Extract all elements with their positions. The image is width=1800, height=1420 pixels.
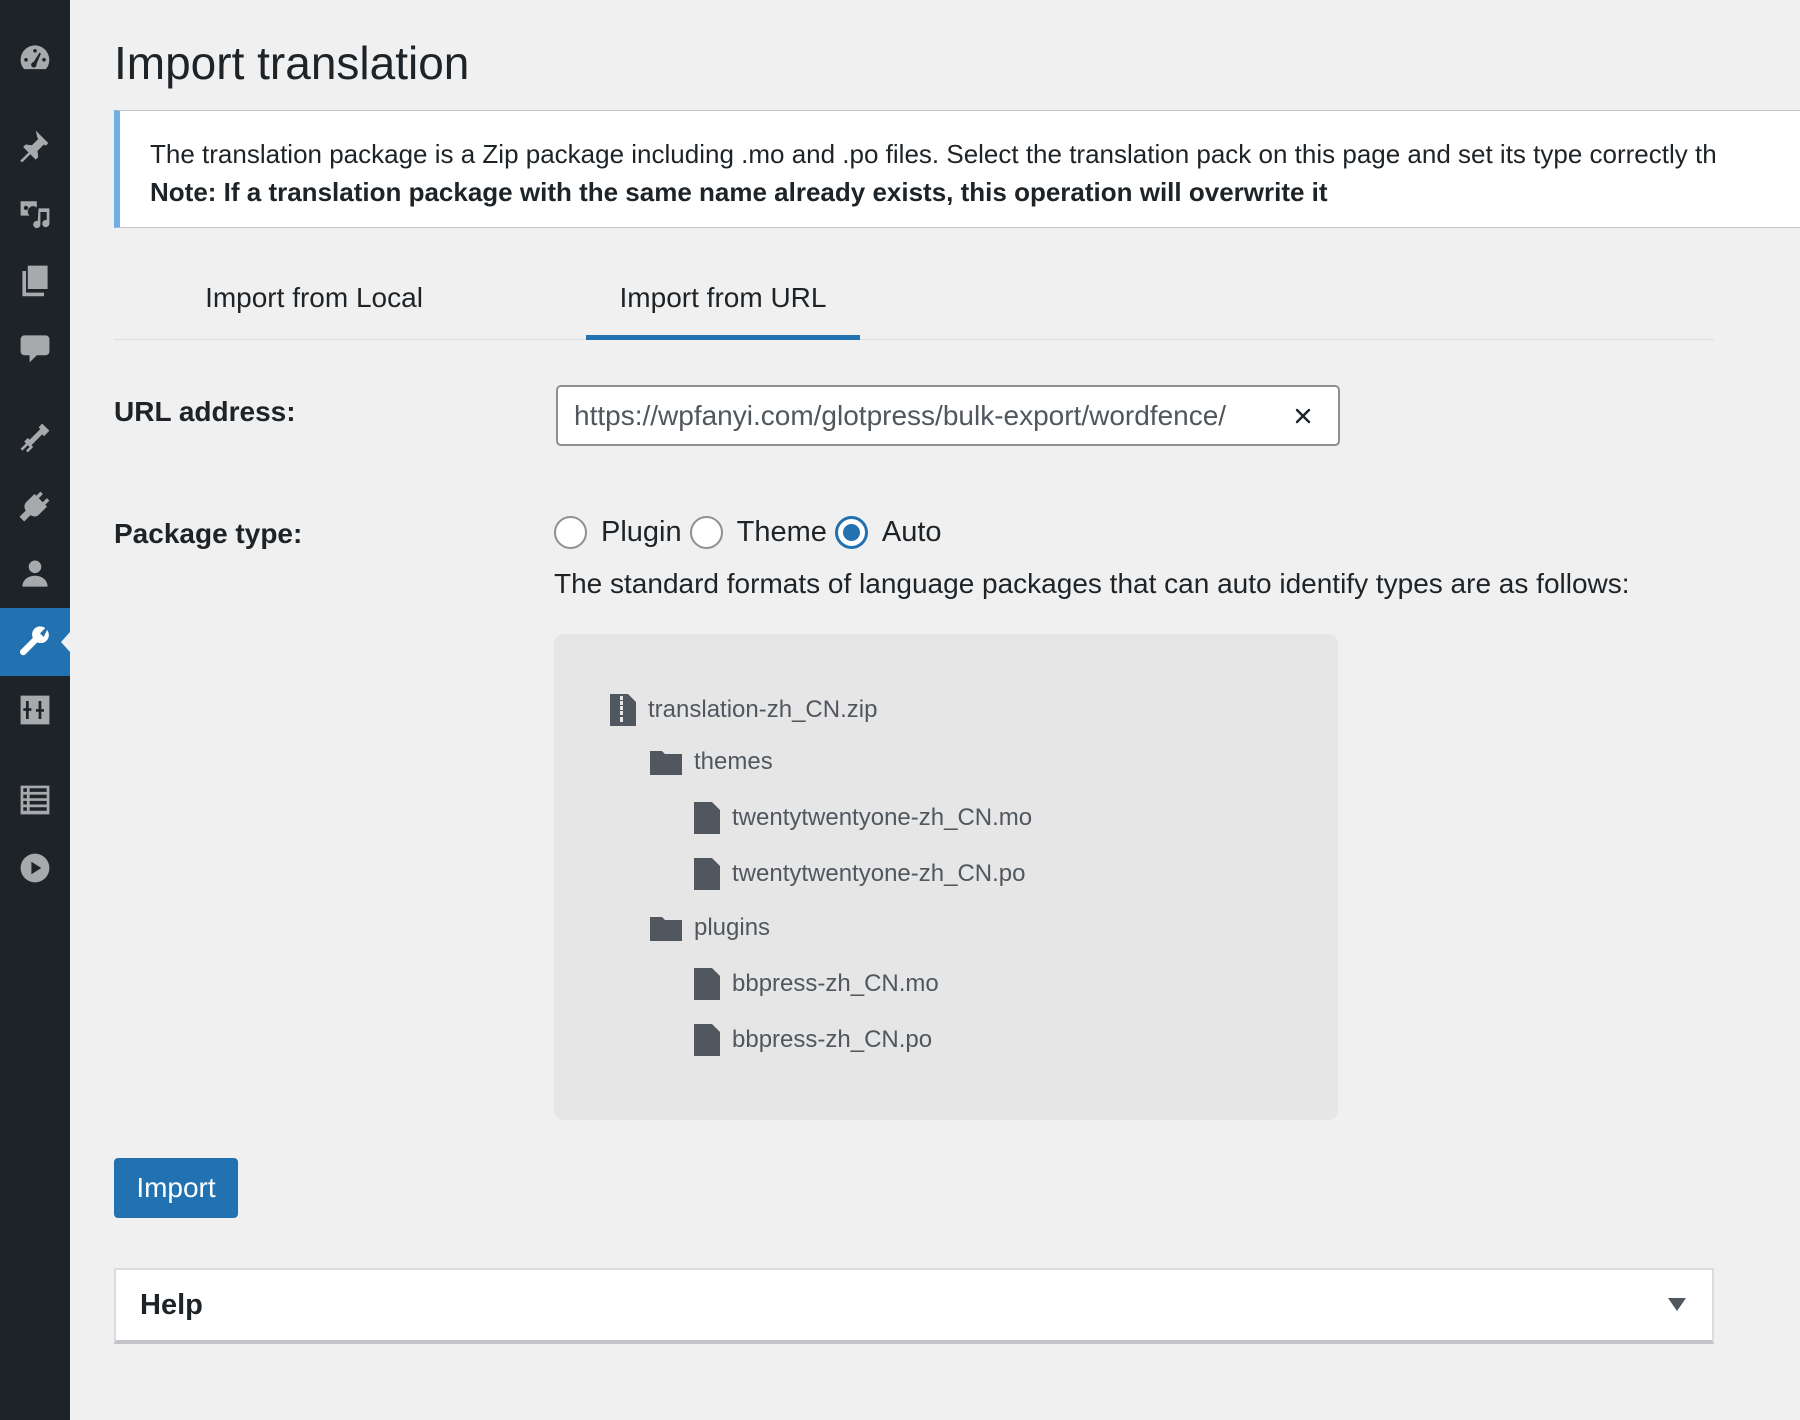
caret-down-icon[interactable] — [1668, 1298, 1686, 1311]
tree-file: bbpress-zh_CN.mo — [694, 968, 939, 1000]
radio-theme-circle[interactable] — [689, 515, 723, 549]
file-icon — [694, 968, 720, 1000]
zip-file-icon — [610, 694, 636, 726]
tree-file-label: bbpress-zh_CN.mo — [732, 970, 939, 997]
pin-icon[interactable] — [0, 110, 70, 178]
file-icon — [694, 802, 720, 834]
settings-icon[interactable] — [0, 676, 70, 744]
notice-warning: Note: If a translation package with the … — [150, 177, 1328, 207]
page-title: Import translation — [114, 37, 470, 89]
tree-file-label: twentytwentyone-zh_CN.po — [732, 860, 1026, 887]
radio-auto-circle[interactable] — [834, 515, 868, 549]
admin-sidebar — [0, 0, 70, 1420]
help-title: Help — [140, 1288, 203, 1321]
radio-auto[interactable]: Auto — [834, 515, 942, 549]
radio-theme[interactable]: Theme — [689, 515, 827, 549]
play-icon[interactable] — [0, 834, 70, 902]
tree-themes-label: themes — [694, 748, 773, 775]
help-panel[interactable]: Help — [114, 1268, 1714, 1344]
import-tabs: Import from Local Import from URL — [114, 270, 1714, 340]
folder-icon — [650, 751, 682, 775]
tree-folder-themes: themes — [650, 748, 773, 776]
tree-zip: translation-zh_CN.zip — [610, 694, 877, 726]
tree-zip-label: translation-zh_CN.zip — [648, 696, 878, 723]
radio-plugin[interactable]: Plugin — [554, 515, 682, 549]
radio-theme-label: Theme — [736, 515, 827, 548]
tree-file-label: twentytwentyone-zh_CN.mo — [732, 804, 1033, 831]
dashboard-icon[interactable] — [0, 24, 70, 92]
format-description: The standard formats of language package… — [554, 568, 1630, 599]
list-icon[interactable] — [0, 766, 70, 834]
radio-plugin-circle[interactable] — [554, 515, 587, 549]
file-icon — [694, 858, 720, 890]
notice-text: The translation package is a Zip package… — [150, 139, 1717, 169]
tree-plugins-label: plugins — [694, 914, 771, 941]
plugins-icon[interactable] — [0, 472, 70, 540]
url-input[interactable] — [574, 399, 1274, 432]
radio-plugin-label: Plugin — [601, 515, 682, 548]
tools-icon[interactable] — [0, 608, 70, 676]
import-button[interactable]: Import — [114, 1158, 238, 1218]
pages-icon[interactable] — [0, 246, 70, 314]
users-icon[interactable] — [0, 540, 70, 608]
main-content: Import translation The translation packa… — [70, 0, 1800, 1420]
appearance-icon[interactable] — [0, 404, 70, 472]
url-field-wrapper — [556, 385, 1340, 446]
tab-import-url[interactable]: Import from URL — [586, 270, 860, 340]
info-notice: The translation package is a Zip package… — [114, 110, 1800, 228]
package-type-label: Package type: — [114, 518, 303, 549]
tree-file: twentytwentyone-zh_CN.mo — [694, 802, 1032, 834]
tree-file: bbpress-zh_CN.po — [694, 1024, 932, 1056]
package-type-radios: Plugin Theme Auto — [554, 510, 942, 554]
media-icon[interactable] — [0, 178, 70, 246]
tab-import-local[interactable]: Import from Local — [114, 270, 514, 340]
tree-folder-plugins: plugins — [650, 914, 770, 942]
folder-icon — [650, 917, 682, 941]
tree-file-label: bbpress-zh_CN.po — [732, 1026, 933, 1053]
file-icon — [694, 1024, 720, 1056]
url-address-label: URL address: — [114, 396, 296, 427]
comments-icon[interactable] — [0, 314, 70, 382]
package-structure-example: translation-zh_CN.zip themes twentytwent… — [554, 634, 1338, 1120]
tree-file: twentytwentyone-zh_CN.po — [694, 858, 1025, 890]
radio-auto-label: Auto — [881, 515, 942, 548]
clear-icon[interactable] — [1286, 399, 1320, 433]
